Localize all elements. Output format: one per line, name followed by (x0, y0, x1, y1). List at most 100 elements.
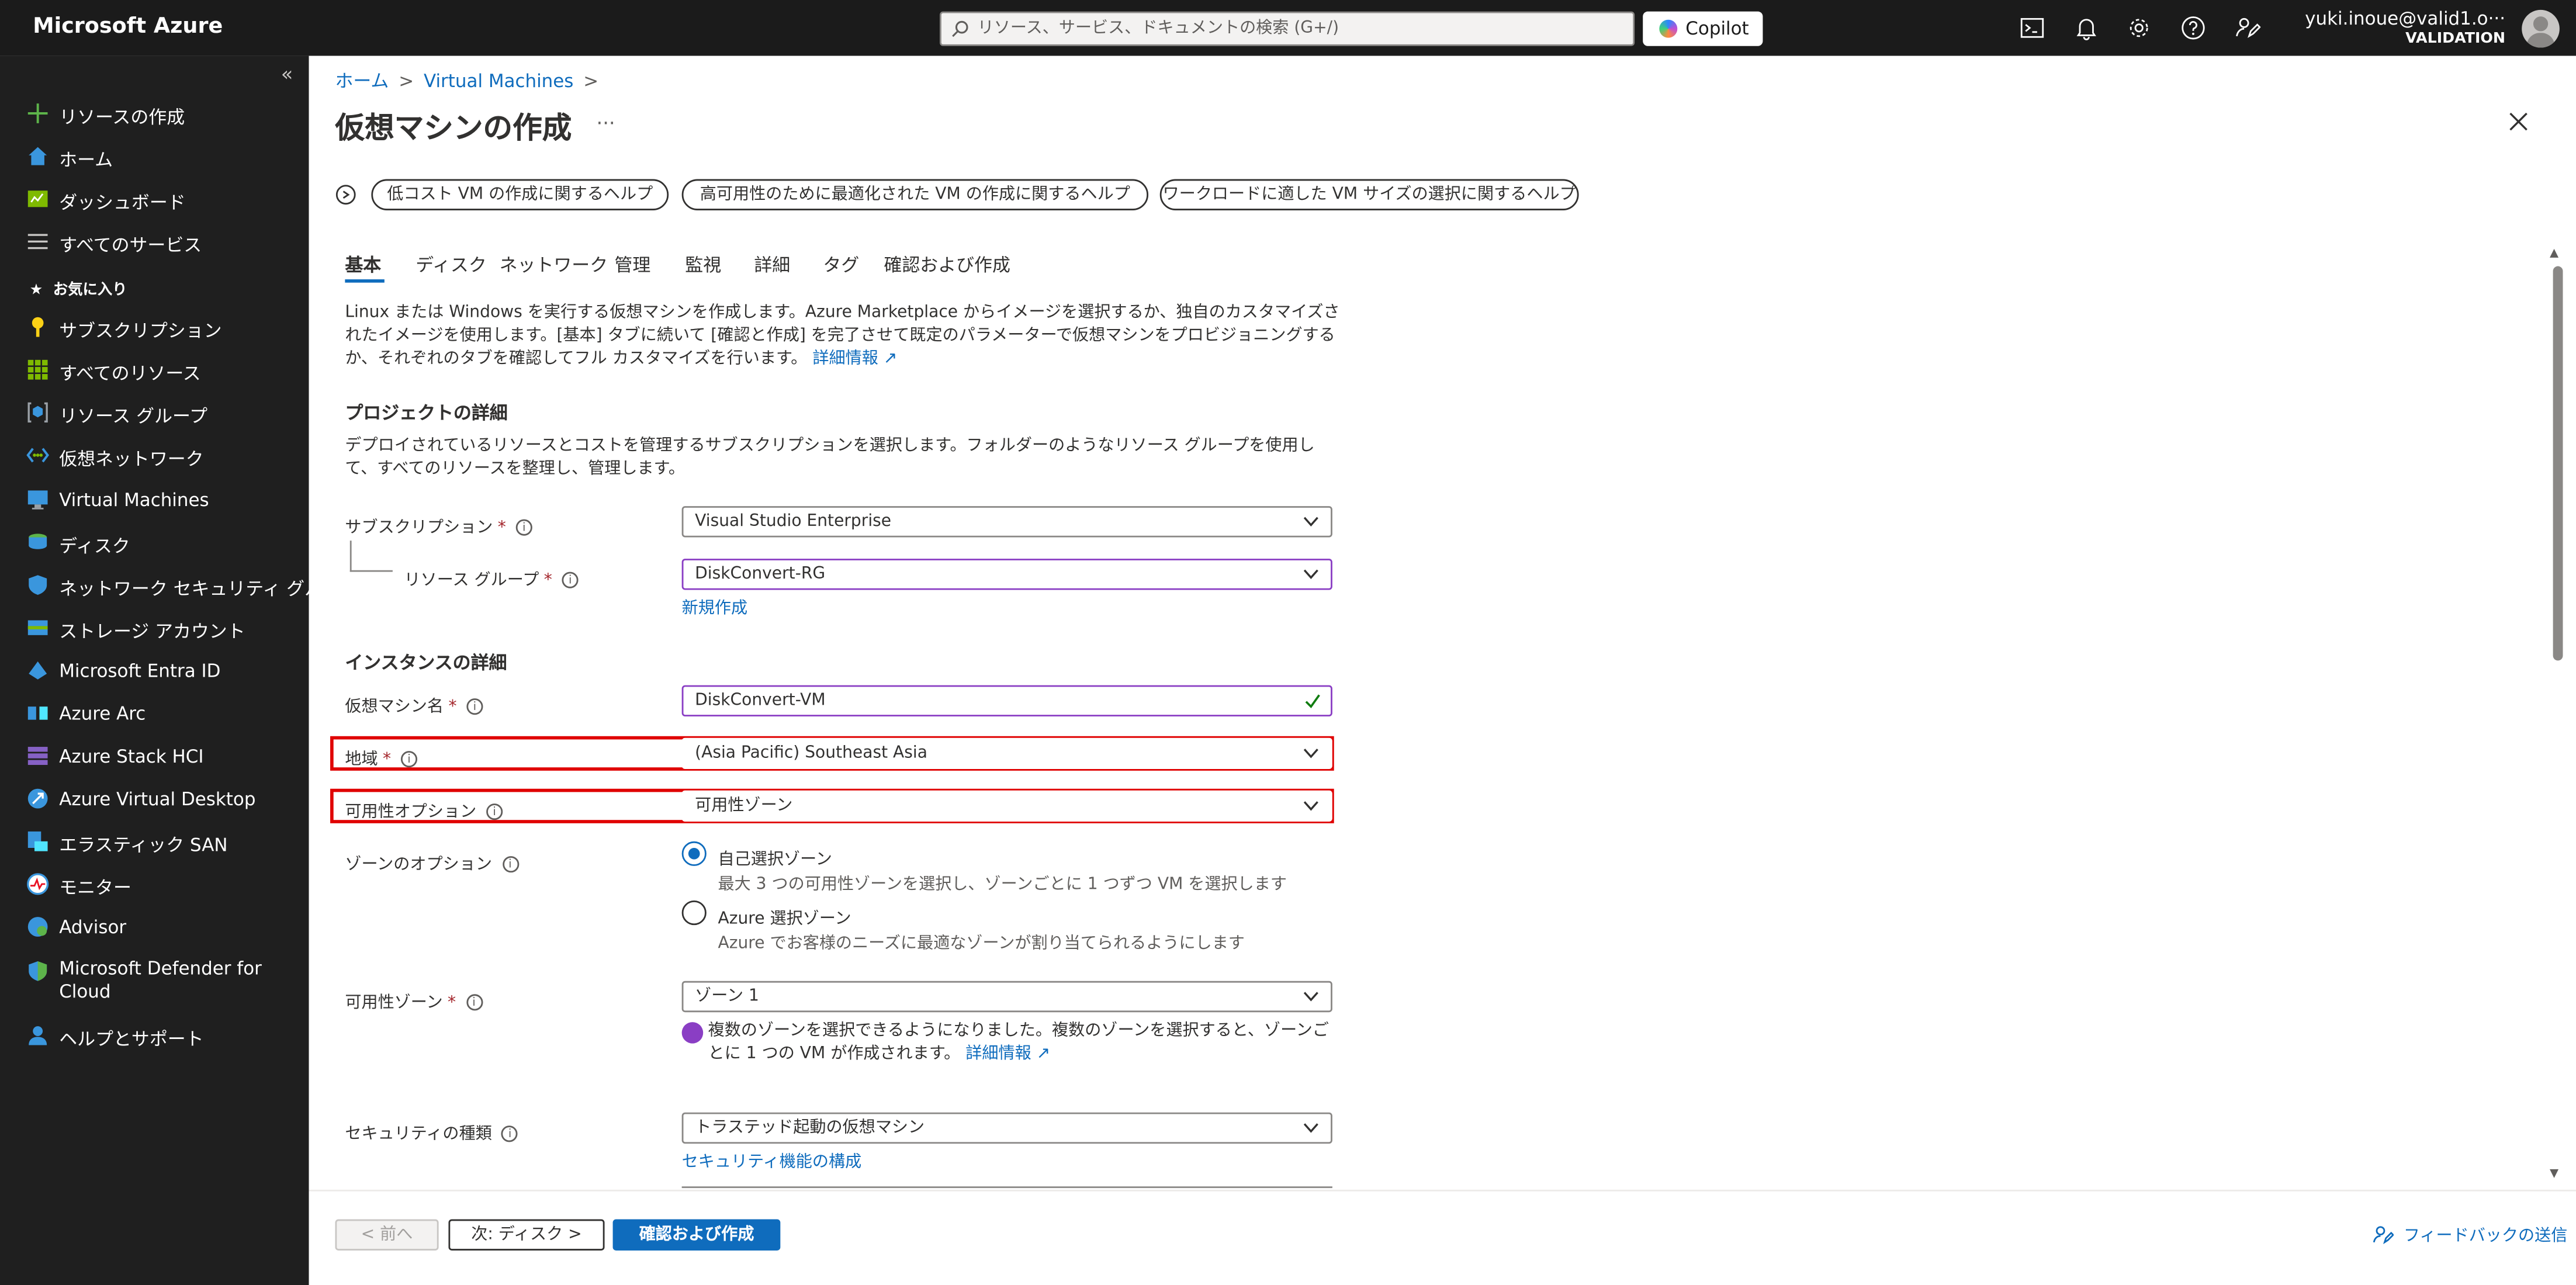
sidebar-item-create-resource[interactable]: リソースの作成 (0, 95, 309, 134)
sidebar-item-advisor[interactable]: Advisor (0, 909, 309, 948)
advisor-icon (27, 917, 48, 937)
sidebar-item-label: Azure Stack HCI (59, 746, 204, 768)
tab-basics[interactable]: 基本 (345, 251, 381, 278)
search-placeholder: リソース、サービス、ドキュメントの検索 (G+/) (977, 19, 1339, 38)
info-icon[interactable]: i (465, 994, 483, 1011)
info-icon[interactable]: i (486, 803, 503, 820)
review-create-button[interactable]: 確認および作成 (612, 1219, 781, 1251)
tab-monitoring[interactable]: 監視 (685, 251, 721, 278)
resource-group-dropdown[interactable]: DiskConvert-RG (681, 559, 1332, 590)
feedback-icon[interactable] (2234, 15, 2261, 41)
sidebar-item-entra-id[interactable]: Microsoft Entra ID (0, 652, 309, 691)
scroll-down-arrow[interactable]: ▼ (2550, 1167, 2558, 1180)
vm-name-label-text: 仮想マシン名 (345, 698, 444, 717)
sidebar-item-subscriptions[interactable]: サブスクリプション (0, 309, 309, 348)
avatar[interactable] (2522, 9, 2560, 48)
breadcrumb-virtual-machines[interactable]: Virtual Machines (424, 71, 573, 92)
close-icon[interactable] (2507, 110, 2530, 133)
breadcrumb-home[interactable]: ホーム (335, 71, 389, 92)
search-input[interactable]: リソース、サービス、ドキュメントの検索 (G+/) (940, 11, 1635, 46)
region-label-text: 地域 (345, 751, 378, 770)
zone-notice-learn-more-link[interactable]: 詳細情報 ↗ (965, 1045, 1050, 1063)
info-icon[interactable]: i (515, 519, 532, 536)
dashboard-icon (27, 191, 48, 207)
sidebar-item-azure-arc[interactable]: Azure Arc (0, 695, 309, 734)
sidebar-item-resource-groups[interactable]: リソース グループ (0, 394, 309, 434)
region-dropdown[interactable]: (Asia Pacific) Southeast Asia (681, 737, 1332, 770)
tab-review-create[interactable]: 確認および作成 (884, 251, 1010, 278)
feedback-icon (2373, 1226, 2394, 1244)
sidebar-item-monitor[interactable]: モニター (0, 866, 309, 905)
security-type-dropdown[interactable]: トラステッド起動の仮想マシン (681, 1112, 1332, 1144)
more-options-icon[interactable]: ··· (596, 112, 615, 134)
sidebar-item-defender-for-cloud[interactable]: Microsoft Defender for Cloud (0, 958, 309, 1007)
sidebar-item-label: すべてのリソース (59, 363, 201, 385)
sidebar-item-azure-stack-hci[interactable]: Azure Stack HCI (0, 738, 309, 777)
scrollbar-thumb[interactable] (2553, 266, 2563, 661)
disk-icon (29, 534, 47, 549)
cloud-shell-icon[interactable] (2019, 15, 2045, 41)
info-icon[interactable]: i (501, 856, 518, 873)
info-icon[interactable]: i (501, 1125, 518, 1142)
subscription-dropdown[interactable]: Visual Studio Enterprise (681, 506, 1332, 538)
azure-selected-zone-radio[interactable] (681, 900, 707, 926)
info-icon[interactable]: i (466, 698, 483, 715)
sidebar-item-help-support[interactable]: ヘルプとサポート (0, 1017, 309, 1057)
availability-zone-dropdown[interactable]: ゾーン 1 (681, 981, 1332, 1013)
sidebar-item-virtual-machines[interactable]: Virtual Machines (0, 482, 309, 521)
grid-icon (27, 359, 48, 380)
gear-icon[interactable] (2126, 15, 2152, 41)
sidebar-item-all-services[interactable]: すべてのサービス (0, 223, 309, 262)
subscription-value: Visual Studio Enterprise (695, 512, 892, 531)
help-vm-size-button[interactable]: ワークロードに適した VM サイズの選択に関するヘルプ (1159, 179, 1579, 210)
sidebar-item-dashboard[interactable]: ダッシュボード (0, 181, 309, 220)
sidebar-item-label: Microsoft Defender for Cloud (59, 958, 262, 1003)
next-disks-button[interactable]: 次: ディスク > (448, 1219, 605, 1251)
availability-option-dropdown[interactable]: 可用性ゾーン (681, 790, 1332, 822)
info-icon[interactable]: i (562, 572, 579, 588)
sidebar-item-storage-accounts[interactable]: ストレージ アカウント (0, 609, 309, 649)
configure-security-features-link[interactable]: セキュリティ機能の構成 (682, 1147, 862, 1172)
tree-connector (349, 541, 393, 572)
monitor-icon (27, 873, 49, 895)
help-icon[interactable] (2180, 15, 2206, 41)
azure-selected-zone-title: Azure 選択ゾーン (718, 910, 851, 929)
footer-bar: < 前へ 次: ディスク > 確認および作成 フィードバックの送信 (309, 1189, 2576, 1285)
scroll-up-arrow[interactable]: ▲ (2550, 247, 2558, 259)
active-tab-indicator (345, 279, 385, 283)
send-feedback-link[interactable]: フィードバックの送信 (2372, 1221, 2567, 1246)
tab-networking[interactable]: ネットワーク (500, 251, 608, 278)
brand-title[interactable]: Microsoft Azure (33, 15, 223, 39)
elastic-san-icon (27, 831, 48, 851)
help-high-availability-vm-button[interactable]: 高可用性のために最適化された VM の作成に関するヘルプ (681, 179, 1149, 210)
storage-icon (27, 620, 48, 635)
sidebar-item-home[interactable]: ホーム (0, 138, 309, 177)
tab-advanced[interactable]: 詳細 (754, 251, 790, 278)
sidebar-item-virtual-networks[interactable]: 仮想ネットワーク (0, 437, 309, 476)
sidebar-item-elastic-san[interactable]: エラスティック SAN (0, 823, 309, 863)
sidebar-item-label: モニター (59, 877, 131, 899)
copilot-button[interactable]: Copilot (1643, 11, 1763, 46)
entra-icon (29, 661, 47, 680)
collapse-sidebar-icon[interactable]: « (281, 63, 293, 85)
self-selected-zone-radio[interactable] (681, 841, 707, 866)
subscription-label-text: サブスクリプション (345, 519, 493, 538)
previous-button[interactable]: < 前へ (335, 1219, 439, 1251)
self-selected-zone-title: 自己選択ゾーン (718, 851, 832, 870)
create-new-resource-group-link[interactable]: 新規作成 (682, 593, 747, 618)
sidebar-item-azure-virtual-desktop[interactable]: Azure Virtual Desktop (0, 781, 309, 820)
user-name[interactable]: yuki.inoue@valid1.o··· (2267, 8, 2505, 30)
subscription-label: サブスクリプション * i (345, 512, 532, 538)
tab-tags[interactable]: タグ (823, 251, 859, 278)
sidebar-item-network-security-groups[interactable]: ネットワーク セキュリティ グループ (0, 567, 358, 606)
required-marker: * (383, 751, 392, 770)
sidebar-item-disks[interactable]: ディスク (0, 524, 309, 563)
bell-icon[interactable] (2073, 15, 2100, 41)
sidebar-item-all-resources[interactable]: すべてのリソース (0, 352, 309, 391)
tab-disks[interactable]: ディスク (416, 251, 487, 278)
tab-management[interactable]: 管理 (614, 251, 650, 278)
info-icon[interactable]: i (400, 751, 418, 768)
help-low-cost-vm-button[interactable]: 低コスト VM の作成に関するヘルプ (371, 179, 669, 210)
intro-learn-more-link[interactable]: 詳細情報 ↗ (812, 350, 897, 368)
vm-name-input[interactable]: DiskConvert-VM (681, 685, 1332, 717)
